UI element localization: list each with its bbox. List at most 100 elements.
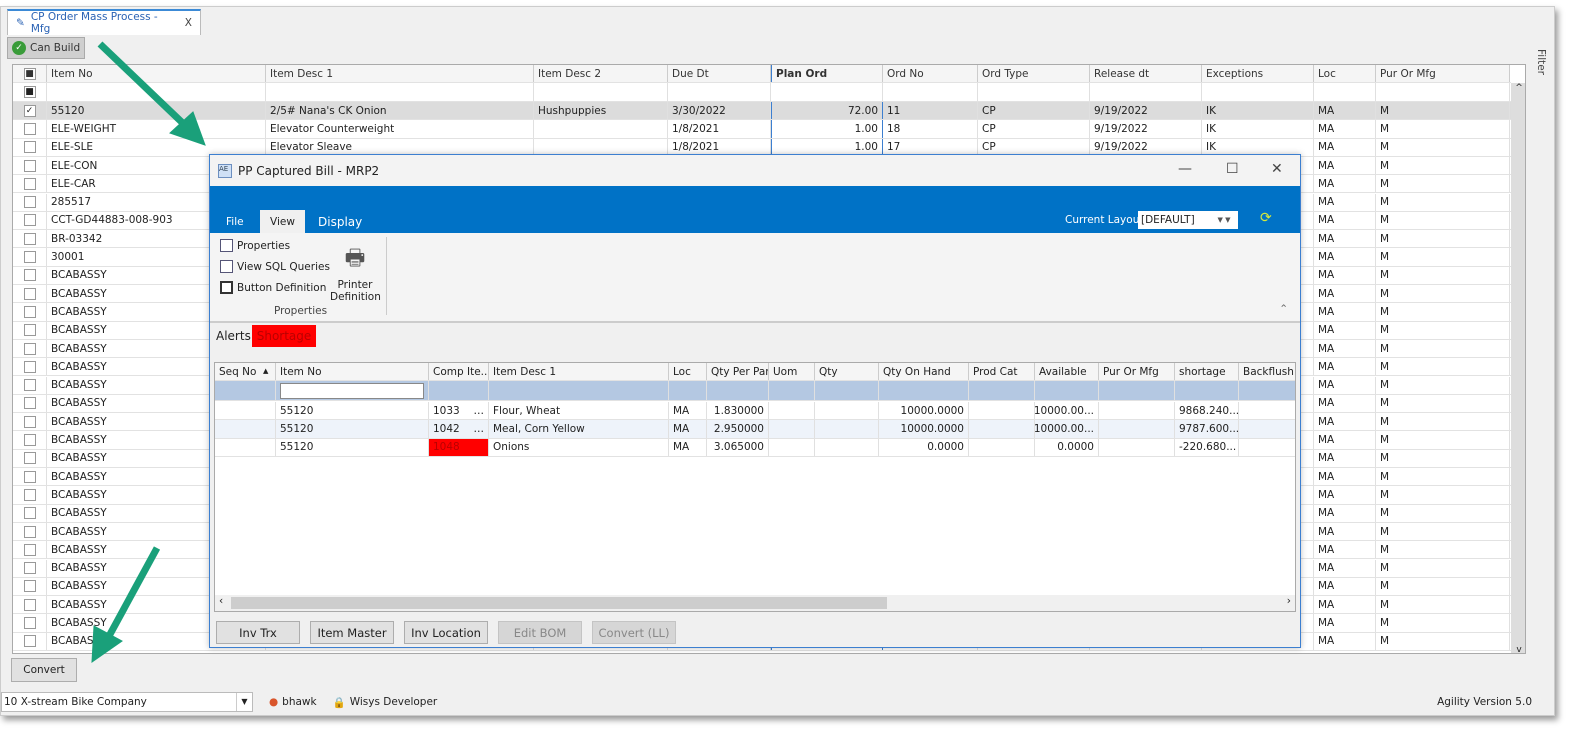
- printer-definition-button[interactable]: 🖶 Printer Definition: [330, 241, 381, 303]
- column-header[interactable]: Pur Or Mfg: [1099, 363, 1175, 381]
- company-select[interactable]: 10 X-stream Bike Company ▼: [1, 692, 253, 712]
- filter-cell[interactable]: [266, 83, 534, 101]
- column-header[interactable]: Uom: [769, 363, 815, 381]
- row-checkbox[interactable]: [23, 232, 36, 245]
- edit-bom-button[interactable]: Edit BOM: [498, 621, 582, 644]
- filter-cell[interactable]: [429, 381, 489, 401]
- scroll-right-icon[interactable]: ›: [1287, 595, 1291, 607]
- row-checkbox[interactable]: [23, 543, 36, 556]
- filter-row[interactable]: [215, 381, 1295, 402]
- row-checkbox[interactable]: [23, 141, 36, 154]
- column-header[interactable]: Item Desc 1: [266, 65, 534, 83]
- column-header[interactable]: Exceptions: [1202, 65, 1314, 83]
- filter-panel-toggle[interactable]: Filter: [1535, 49, 1547, 75]
- row-checkbox[interactable]: [23, 379, 36, 392]
- filter-cell[interactable]: [668, 83, 771, 101]
- scroll-up-icon[interactable]: ^: [1511, 83, 1525, 93]
- column-header[interactable]: Plan Ord: [771, 65, 883, 83]
- inv-trx-button[interactable]: Inv Trx: [216, 621, 300, 644]
- close-tab-button[interactable]: X: [185, 17, 192, 29]
- select-all-header[interactable]: ■: [13, 65, 47, 83]
- filter-cell[interactable]: [883, 83, 978, 101]
- filter-cell[interactable]: [276, 381, 429, 401]
- row-checkbox[interactable]: [23, 452, 36, 465]
- filter-cell[interactable]: [489, 381, 669, 401]
- filter-cell[interactable]: [815, 381, 879, 401]
- column-header[interactable]: Release dt: [1090, 65, 1202, 83]
- row-checkbox[interactable]: [23, 269, 36, 282]
- filter-cell[interactable]: ■: [13, 83, 47, 101]
- item-no-filter-input[interactable]: [280, 382, 424, 399]
- column-header[interactable]: Loc: [1314, 65, 1376, 83]
- minimize-button[interactable]: —: [1178, 161, 1192, 177]
- filter-cell[interactable]: [1035, 381, 1099, 401]
- row-checkbox[interactable]: [23, 434, 36, 447]
- row-checkbox[interactable]: [23, 617, 36, 630]
- filter-cell[interactable]: [707, 381, 769, 401]
- table-row[interactable]: ✓ 55120 2/5# Nana's CK Onion Hushpuppies 3/3…: [13, 102, 1511, 121]
- shortage-alert[interactable]: Shortage: [252, 325, 316, 347]
- tab-cp-order-mass-process[interactable]: ✎ CP Order Mass Process - Mfg X: [7, 9, 201, 35]
- refresh-icon[interactable]: ⟳: [1260, 210, 1272, 226]
- filter-cell[interactable]: [1175, 381, 1239, 401]
- maximize-button[interactable]: ☐: [1226, 161, 1239, 177]
- row-checkbox[interactable]: [23, 507, 36, 520]
- filter-cell[interactable]: [879, 381, 969, 401]
- column-header[interactable]: Due Dt: [668, 65, 771, 83]
- filter-cell[interactable]: [969, 381, 1035, 401]
- filter-cell[interactable]: [978, 83, 1090, 101]
- column-header[interactable]: Item No: [276, 363, 429, 381]
- filter-cell[interactable]: [771, 83, 883, 101]
- convert-ll-button[interactable]: Convert (LL): [592, 621, 676, 644]
- filter-cell[interactable]: [1099, 381, 1175, 401]
- column-header[interactable]: Comp Ite...: [429, 363, 489, 381]
- row-checkbox[interactable]: [23, 305, 36, 318]
- row-checkbox[interactable]: [23, 470, 36, 483]
- row-checkbox[interactable]: [23, 397, 36, 410]
- row-checkbox[interactable]: [23, 251, 36, 264]
- row-checkbox[interactable]: [23, 360, 36, 373]
- column-header[interactable]: Item No: [47, 65, 266, 83]
- row-checkbox[interactable]: [23, 122, 36, 135]
- select-all-checkbox[interactable]: ■: [23, 67, 36, 80]
- filter-cell[interactable]: [534, 83, 668, 101]
- filter-cell[interactable]: [1202, 83, 1314, 101]
- horizontal-scrollbar[interactable]: ‹ ›: [215, 595, 1295, 611]
- row-checkbox[interactable]: [23, 635, 36, 648]
- filter-cell[interactable]: [1314, 83, 1376, 101]
- column-header[interactable]: Pur Or Mfg: [1376, 65, 1510, 83]
- row-checkbox[interactable]: [23, 324, 36, 337]
- sort-ascending-icon[interactable]: ▲: [263, 367, 268, 375]
- button-definition-button[interactable]: Button Definition: [220, 281, 326, 294]
- scroll-left-icon[interactable]: ‹: [219, 595, 223, 607]
- row-checkbox[interactable]: [23, 196, 36, 209]
- filter-cell[interactable]: [1090, 83, 1202, 101]
- column-header[interactable]: Ord No: [883, 65, 978, 83]
- column-header[interactable]: shortage: [1175, 363, 1239, 381]
- table-row[interactable]: ELE-WEIGHT Elevator Counterweight 1/8/2021…: [13, 120, 1511, 139]
- close-button[interactable]: ✕: [1271, 161, 1283, 177]
- filter-cell[interactable]: [669, 381, 707, 401]
- tab-file[interactable]: File: [216, 210, 254, 233]
- column-header[interactable]: Item Desc 2: [534, 65, 668, 83]
- column-header[interactable]: Qty Per Par: [707, 363, 769, 381]
- scroll-down-icon[interactable]: v: [1511, 645, 1525, 653]
- filter-cell[interactable]: [1239, 381, 1295, 400]
- row-checkbox[interactable]: [23, 342, 36, 355]
- row-checkbox[interactable]: [23, 488, 36, 501]
- item-master-button[interactable]: Item Master: [310, 621, 394, 644]
- vertical-scrollbar[interactable]: ^ v: [1511, 83, 1525, 653]
- layout-select[interactable]: [DEFAULT] ▼ ▼: [1138, 211, 1238, 229]
- column-header[interactable]: Available: [1035, 363, 1099, 381]
- row-checkbox[interactable]: [23, 562, 36, 575]
- column-header[interactable]: Prod Cat: [969, 363, 1035, 381]
- column-header[interactable]: Backflush Fg: [1239, 363, 1295, 380]
- row-checkbox[interactable]: ✓: [23, 104, 36, 117]
- chevron-down-icon[interactable]: ▼ ▼: [1210, 216, 1238, 224]
- row-checkbox[interactable]: [23, 159, 36, 172]
- properties-button[interactable]: Properties: [220, 239, 290, 252]
- column-header[interactable]: Ord Type: [978, 65, 1090, 83]
- row-checkbox[interactable]: [23, 287, 36, 300]
- inv-location-button[interactable]: Inv Location: [404, 621, 488, 644]
- table-row[interactable]: 55120 1048 Onions MA 3.065000 0.0000 0.0000 -22…: [215, 438, 1295, 457]
